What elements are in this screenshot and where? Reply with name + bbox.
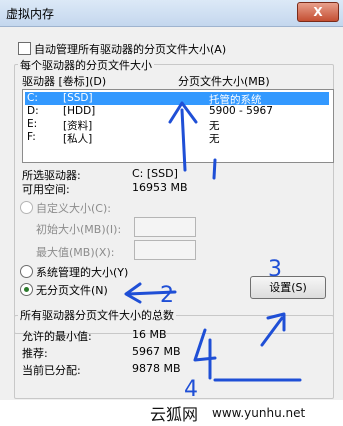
size-column-header: 分页文件大小(MB) xyxy=(178,75,270,88)
system-managed-radio[interactable] xyxy=(20,265,33,278)
drive-row-c[interactable]: C: [SSD] 托管的系统 xyxy=(25,92,329,106)
close-button[interactable]: X xyxy=(297,2,339,22)
system-managed-label: 系统管理的大小(Y) xyxy=(36,266,129,279)
auto-manage-label: 自动管理所有驱动器的分页文件大小(A) xyxy=(34,43,227,56)
custom-size-label: 自定义大小(C): xyxy=(36,202,111,215)
drive-list[interactable]: C: [SSD] 托管的系统 D: [HDD] 5900 - 5967 E: [… xyxy=(22,89,334,163)
available-space-value: 16953 MB xyxy=(132,181,188,194)
no-paging-radio[interactable] xyxy=(20,283,33,296)
allocated-label: 当前已分配: xyxy=(22,364,81,377)
drive-row-e[interactable]: E: [资料] 无 xyxy=(25,118,329,132)
set-button[interactable]: 设置(S) xyxy=(250,276,326,299)
title-bar: 虚拟内存 X xyxy=(0,0,343,27)
min-allowed-label: 允许的最小值: xyxy=(22,330,92,343)
drive-column-header: 驱动器 [卷标](D) xyxy=(22,75,107,88)
initial-size-label: 初始大小(MB)(I): xyxy=(36,223,122,236)
max-size-input[interactable] xyxy=(134,240,196,260)
no-paging-label: 无分页文件(N) xyxy=(36,284,108,297)
recommended-label: 推荐: xyxy=(22,347,48,360)
watermark-logo: 云狐网 xyxy=(150,405,199,424)
auto-manage-checkbox[interactable] xyxy=(18,42,31,55)
available-space-label: 可用空间: xyxy=(22,183,70,196)
watermark: 云狐网 www.yunhu.net xyxy=(150,400,343,426)
drive-row-f[interactable]: F: [私人] 无 xyxy=(25,131,329,145)
recommended-value: 5967 MB xyxy=(132,345,181,358)
window-title: 虚拟内存 xyxy=(6,7,55,21)
allocated-value: 9878 MB xyxy=(132,362,181,375)
custom-size-radio[interactable] xyxy=(20,201,33,214)
max-size-label: 最大值(MB)(X): xyxy=(36,246,115,259)
drive-row-d[interactable]: D: [HDD] 5900 - 5967 xyxy=(25,105,329,118)
virtual-memory-dialog: 自动管理所有驱动器的分页文件大小(A) 每个驱动器的分页文件大小 驱动器 [卷标… xyxy=(6,30,337,400)
totals-group-title: 所有驱动器分页文件大小的总数 xyxy=(18,307,176,323)
selected-drive-value: C: [SSD] xyxy=(132,167,178,180)
per-drive-group-title: 每个驱动器的分页文件大小 xyxy=(18,57,154,73)
watermark-url: www.yunhu.net xyxy=(212,406,306,420)
min-allowed-value: 16 MB xyxy=(132,328,167,341)
initial-size-input[interactable] xyxy=(134,217,196,237)
